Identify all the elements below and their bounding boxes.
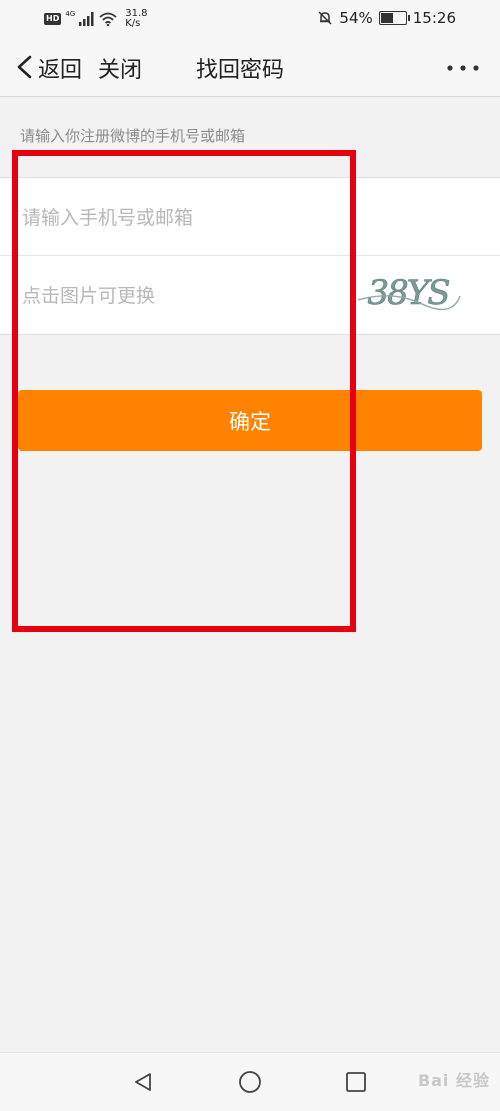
wifi-icon <box>99 12 117 26</box>
status-bar: HD 4G 31.8 K/s 54% 15:26 <box>0 0 500 38</box>
captcha-text: 38YS <box>367 273 449 313</box>
more-options-icon[interactable] <box>446 64 480 72</box>
battery-percent: 54% <box>339 9 373 27</box>
screen: HD 4G 31.8 K/s 54% 15:26 返回 关闭 找回密码 请输入你… <box>0 0 500 1111</box>
nav-back-triangle-icon[interactable] <box>132 1071 154 1093</box>
speed-unit: K/s <box>125 18 141 29</box>
nav-header: 返回 关闭 找回密码 <box>0 38 500 97</box>
battery-icon <box>378 11 410 25</box>
clock: 15:26 <box>412 9 456 27</box>
nav-recent-square-icon[interactable] <box>345 1071 367 1093</box>
signal-icon <box>79 12 94 26</box>
page-title: 找回密码 <box>196 58 285 83</box>
battery-level <box>380 13 393 23</box>
hd-badge: HD <box>44 13 62 25</box>
network-type: 4G <box>65 10 76 18</box>
captcha-image[interactable]: 38YS <box>352 270 464 318</box>
bell-muted-icon <box>318 11 332 25</box>
annotation-box <box>12 150 356 632</box>
status-left: HD 4G 31.8 K/s <box>44 9 148 29</box>
network-speed: 31.8 K/s <box>125 9 147 29</box>
status-right: 54% 15:26 <box>317 9 456 27</box>
watermark-logo: Bai 经验 <box>417 1071 490 1090</box>
back-button[interactable]: 返回 <box>38 52 82 84</box>
nav-home-circle-icon[interactable] <box>238 1070 262 1094</box>
system-nav-bar: Bai 经验 <box>0 1052 500 1111</box>
close-button[interactable]: 关闭 <box>98 52 142 84</box>
back-chevron-icon[interactable] <box>14 55 36 79</box>
form-hint: 请输入你注册微博的手机号或邮箱 <box>20 127 246 145</box>
